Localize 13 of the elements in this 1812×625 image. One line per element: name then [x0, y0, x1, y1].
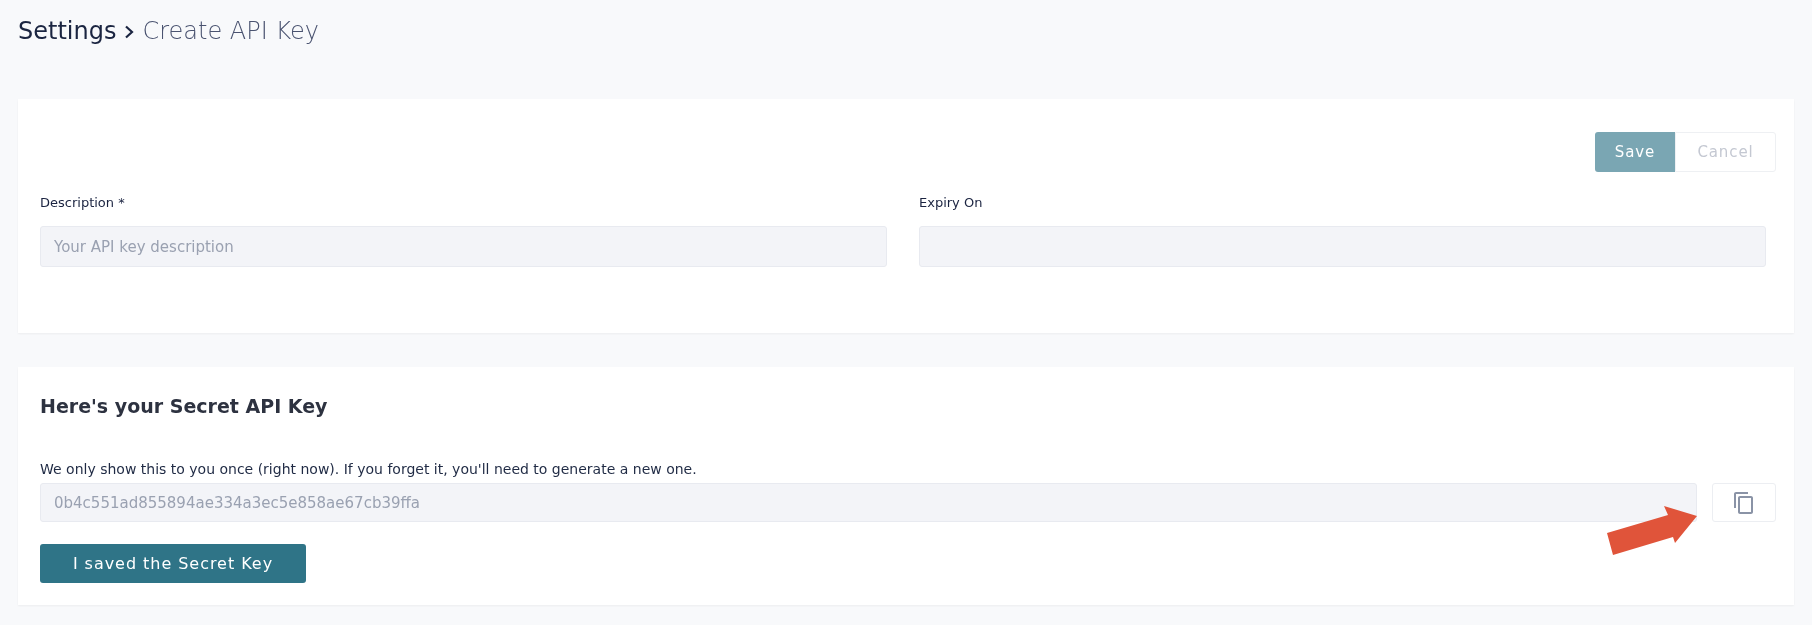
section-heading: Here's your Secret API Key — [40, 394, 329, 419]
copy-button[interactable] — [1712, 483, 1776, 522]
field-label: Description * — [40, 194, 126, 212]
secret-key-field[interactable]: 0b4c551ad855894ae334a3ec5e858ae67cb39ffa — [40, 483, 1697, 522]
chevron-right-icon — [124, 25, 135, 39]
description-input[interactable]: Your API key description — [40, 226, 887, 267]
arrow-icon — [1606, 506, 1697, 555]
field-label: Expiry On — [919, 194, 984, 212]
copy-icon — [1732, 490, 1756, 515]
breadcrumb-parent-link[interactable]: Settings — [18, 13, 117, 49]
page-title: Create API Key — [142, 16, 319, 47]
warning-text: We only show this to you once (right now). If you forget it, you'll need to generate a new one. — [40, 460, 698, 479]
confirm-saved-button[interactable]: I saved the Secret Key — [40, 544, 306, 583]
